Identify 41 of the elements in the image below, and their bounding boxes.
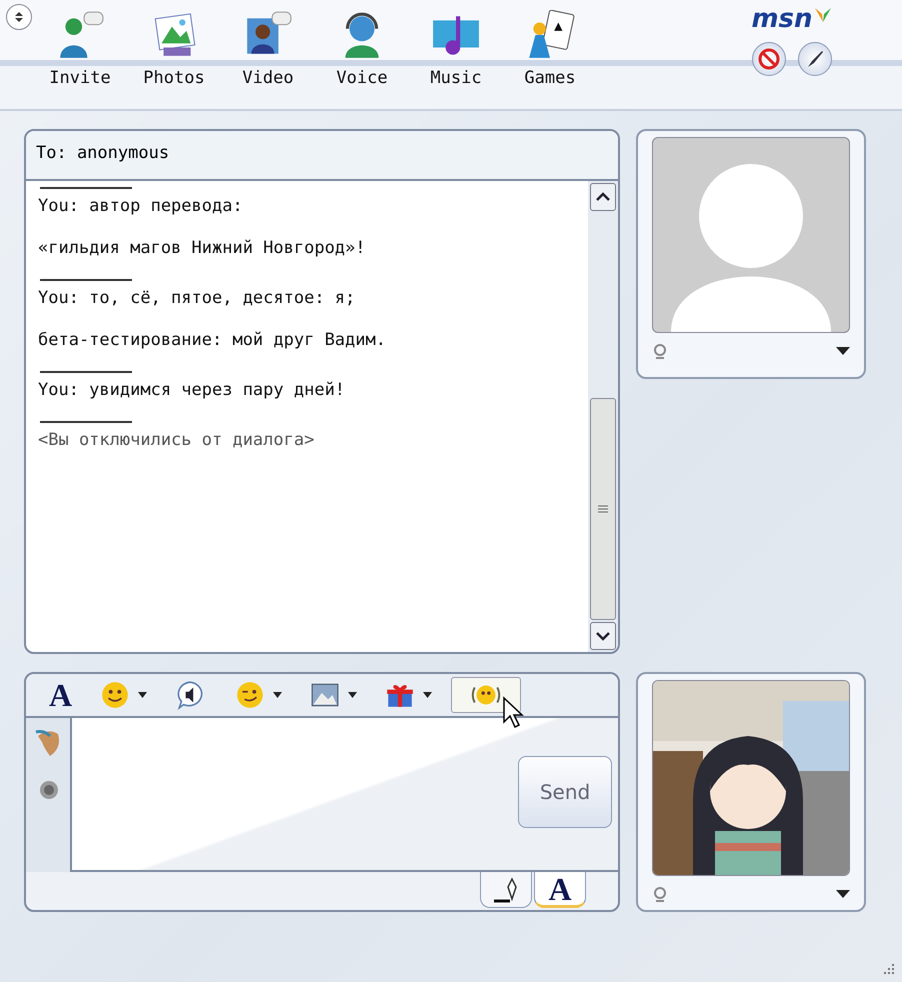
toolbar-button[interactable]: Games (506, 0, 594, 88)
logo: msn (751, 6, 813, 32)
webcam-icon[interactable] (652, 343, 668, 360)
chat-message: You: увидимся через пару дней! (38, 379, 346, 402)
toolbar-button[interactable]: Photos (130, 0, 218, 88)
prohibited-sign-icon (758, 48, 780, 70)
scroll-up-button[interactable] (590, 183, 616, 212)
scrollbar[interactable] (588, 181, 618, 652)
chevron-down-icon (595, 631, 611, 642)
dropdown-arrow-icon (348, 692, 358, 698)
chat-message: бета-тестирование: мой друг Вадим. (38, 329, 387, 352)
background-button[interactable] (798, 42, 832, 76)
dropdown-arrow-icon (423, 692, 432, 698)
text-tab[interactable]: A (534, 872, 586, 908)
chat-message: You: то, сё, пятое, десятое: я; (38, 287, 356, 310)
message-input[interactable]: Send (72, 718, 618, 872)
chat-message: You: автор перевода: (38, 195, 244, 218)
scroll-down-button[interactable] (590, 622, 616, 650)
dropdown-arrow-icon (273, 692, 282, 698)
chevron-up-icon (595, 192, 611, 202)
dropdown-arrow-icon[interactable] (836, 347, 850, 356)
ear-icon (34, 728, 62, 758)
butterfly-icon (812, 6, 833, 24)
toolbar-button[interactable]: Video (224, 0, 312, 88)
webcam-icon[interactable] (652, 886, 668, 902)
handwriting-tab[interactable] (480, 872, 532, 908)
compose-tool-button[interactable]: A (42, 677, 80, 714)
chat-message: «гильдия магов Нижний Новгород»! (38, 237, 367, 260)
dropdown-arrow-icon[interactable] (836, 890, 850, 898)
toolbar-button[interactable]: Music (412, 0, 500, 88)
block-button[interactable] (752, 42, 786, 76)
scroll-thumb[interactable] (590, 398, 616, 620)
toolbar-button[interactable]: Voice (318, 0, 406, 88)
menu-button[interactable] (6, 4, 32, 30)
send-button[interactable]: Send (518, 756, 612, 828)
grip-icon (597, 504, 609, 514)
cursor-icon (502, 696, 526, 730)
recipient-label: To: anonymous (26, 131, 618, 182)
dropdown-arrow-icon (138, 692, 148, 698)
status-message: <Вы отключились от диалога> (38, 429, 316, 452)
toolbar-button[interactable]: Invite (36, 0, 124, 88)
